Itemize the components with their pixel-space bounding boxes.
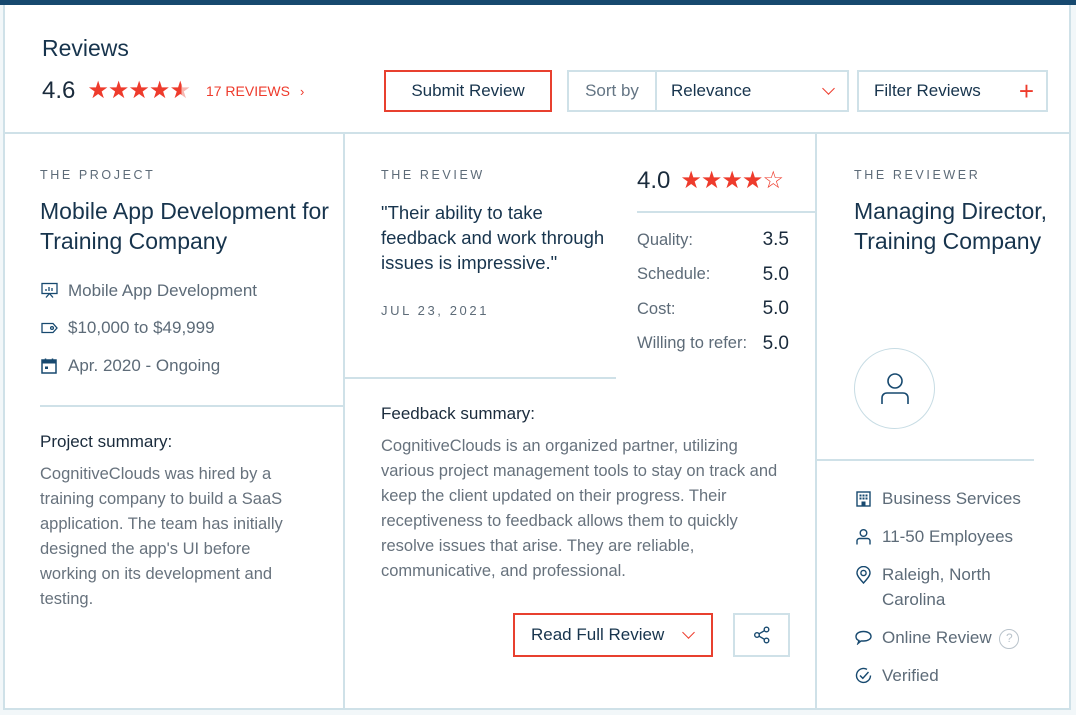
reviewer-review-type: Online Review ? — [854, 625, 1054, 650]
overall-rating: 4.6 ★ ★ ★ ★ ★ 17 REVIEWS › — [42, 77, 304, 105]
submit-review-button[interactable]: Submit Review — [384, 70, 552, 112]
share-icon — [753, 626, 769, 644]
speech-bubble-icon — [854, 625, 872, 650]
project-timeline: Apr. 2020 - Ongoing — [40, 353, 330, 378]
star-full-icon: ★ — [700, 167, 722, 194]
avatar — [854, 348, 935, 429]
feedback-summary: Feedback summary: CognitiveClouds is an … — [381, 404, 781, 584]
score-schedule: Schedule: 5.0 — [637, 263, 789, 285]
sort-control: Sort by Relevance — [567, 70, 849, 112]
reviews-count-link[interactable]: 17 REVIEWS — [206, 83, 290, 99]
chevron-down-icon — [682, 626, 695, 639]
review-overall-rating: 4.0 ★ ★ ★ ★ ☆ — [637, 167, 815, 194]
reviewer-industry: Business Services — [854, 486, 1054, 511]
reviewer-company-size: 11-50 Employees — [854, 524, 1054, 549]
overall-rating-value: 4.6 — [42, 77, 76, 104]
project-summary-text: CognitiveClouds was hired by a training … — [40, 465, 283, 608]
check-circle-icon — [854, 663, 872, 688]
person-icon — [854, 524, 872, 549]
calendar-icon — [40, 357, 58, 375]
star-full-icon: ★ — [721, 167, 742, 194]
read-full-review-button[interactable]: Read Full Review — [513, 613, 713, 657]
building-icon — [854, 486, 872, 511]
star-full-icon: ★ — [741, 167, 763, 194]
overall-stars: ★ ★ ★ ★ ★ — [87, 77, 191, 104]
location-pin-icon — [854, 562, 872, 587]
sort-select[interactable]: Relevance — [657, 72, 847, 110]
star-full-icon: ★ — [87, 77, 108, 104]
review-quote: "Their ability to take feedback and work… — [381, 202, 605, 273]
review-overall-value: 4.0 — [637, 167, 671, 194]
project-summary: Project summary: CognitiveClouds was hir… — [40, 432, 310, 612]
reviews-title: Reviews — [42, 35, 129, 61]
project-section: THE PROJECT Mobile App Development for T… — [40, 168, 330, 391]
share-button[interactable] — [733, 613, 790, 657]
star-partial-icon: ★ — [169, 77, 190, 104]
reviewer-details: Business Services 11-50 Employees Raleig… — [854, 486, 1054, 701]
review-date: JUL 23, 2021 — [381, 303, 490, 318]
score-divider — [637, 194, 815, 213]
project-meta-list: Mobile App Development $10,000 to $49,99… — [40, 278, 330, 378]
star-full-icon: ★ — [148, 77, 170, 104]
reviewer-location: Raleigh, North Carolina — [854, 562, 1054, 612]
chevron-right-icon[interactable]: › — [300, 84, 304, 99]
chevron-down-icon — [822, 82, 835, 95]
score-cost: Cost: 5.0 — [637, 298, 789, 320]
section-divider — [817, 459, 1034, 461]
review-eyebrow: THE REVIEW — [381, 168, 485, 182]
user-avatar-icon — [880, 372, 909, 404]
sort-label: Sort by — [569, 72, 657, 110]
column-divider — [343, 134, 345, 708]
score-willing-to-refer: Willing to refer: 5.0 — [637, 332, 789, 354]
feedback-summary-heading: Feedback summary: — [381, 404, 535, 423]
price-tag-icon — [40, 319, 58, 337]
project-service: Mobile App Development — [40, 278, 330, 303]
section-divider — [40, 405, 343, 407]
review-card: THE PROJECT Mobile App Development for T… — [3, 132, 1071, 710]
star-full-icon: ★ — [107, 77, 129, 104]
review-section: THE REVIEW "Their ability to take feedba… — [381, 168, 606, 318]
section-divider — [345, 377, 616, 379]
plus-icon: + — [1018, 76, 1034, 106]
star-empty-icon: ☆ — [762, 167, 783, 194]
project-budget: $10,000 to $49,999 — [40, 316, 330, 341]
help-icon[interactable]: ? — [999, 628, 1020, 649]
column-divider — [815, 134, 817, 708]
feedback-summary-text: CognitiveClouds is an organized partner,… — [381, 437, 778, 580]
project-summary-heading: Project summary: — [40, 432, 173, 451]
reviewer-verified: Verified — [854, 663, 1054, 688]
score-quality: Quality: 3.5 — [637, 229, 789, 251]
presentation-chart-icon — [40, 282, 58, 300]
review-scores: 4.0 ★ ★ ★ ★ ☆ Quality: 3.5 Schedule: 5.0… — [637, 167, 815, 361]
star-full-icon: ★ — [680, 167, 701, 194]
read-full-review-label: Read Full Review — [531, 625, 665, 644]
star-full-icon: ★ — [128, 77, 149, 104]
project-title: Mobile App Development for Training Comp… — [40, 198, 329, 254]
project-eyebrow: THE PROJECT — [40, 168, 156, 182]
reviewer-section: THE REVIEWER Managing Director, Training… — [854, 168, 1054, 256]
reviewer-title: Managing Director, Training Company — [854, 198, 1048, 254]
filter-reviews-button[interactable]: Filter Reviews + — [857, 70, 1048, 112]
reviewer-eyebrow: THE REVIEWER — [854, 168, 981, 182]
sort-selected-value: Relevance — [671, 81, 752, 100]
reviews-header: Reviews 4.6 ★ ★ ★ ★ ★ 17 REVIEWS › Submi… — [3, 5, 1071, 132]
filter-reviews-label: Filter Reviews — [874, 81, 981, 100]
